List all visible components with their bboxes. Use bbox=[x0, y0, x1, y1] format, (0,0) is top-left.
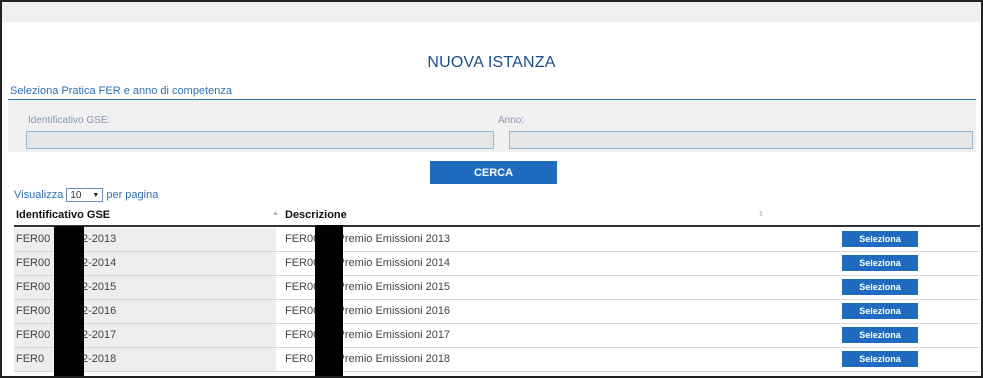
id-suffix: 2-2017 bbox=[82, 329, 117, 341]
select-button[interactable]: Seleziona bbox=[842, 231, 918, 247]
table-row: FER00 2-2017 FER00 -2 - Premio Emissioni… bbox=[14, 324, 980, 348]
search-form: Identificativo GSE: Anno: bbox=[8, 100, 976, 152]
id-prefix: FER00 bbox=[16, 305, 51, 317]
redaction-bar-desc bbox=[315, 225, 343, 376]
id-suffix: 2-2013 bbox=[82, 233, 117, 245]
table-row: FER00 2-2013 FER00 -2 - Premio Emissioni… bbox=[14, 228, 980, 252]
page-size-prefix: Visualizza bbox=[14, 189, 64, 201]
sort-asc-icon[interactable]: ▲ bbox=[272, 210, 279, 217]
id-gse-input[interactable] bbox=[26, 131, 494, 149]
id-suffix: 2-2016 bbox=[82, 305, 117, 317]
anno-input[interactable] bbox=[509, 131, 973, 149]
dropdown-caret-icon: ▼ bbox=[92, 191, 100, 199]
page-title: NUOVA ISTANZA bbox=[427, 54, 556, 71]
id-prefix: FER00 bbox=[16, 233, 51, 245]
select-button[interactable]: Seleziona bbox=[842, 327, 918, 343]
page-size-value: 10 bbox=[70, 189, 82, 201]
table-row: FER00 2-2015 FER00 -2 - Premio Emissioni… bbox=[14, 276, 980, 300]
top-bar bbox=[2, 2, 981, 22]
section-header: Seleziona Pratica FER e anno di competen… bbox=[8, 82, 976, 101]
id-suffix: 2-2018 bbox=[82, 353, 117, 365]
id-prefix: FER00 bbox=[16, 257, 51, 269]
redaction-bar-id bbox=[54, 226, 84, 376]
page-size-suffix: per pagina bbox=[106, 189, 159, 201]
section-title: Seleziona Pratica FER e anno di competen… bbox=[10, 85, 232, 97]
search-button[interactable]: CERCA bbox=[430, 161, 557, 184]
column-header-id[interactable]: Identificativo GSE bbox=[16, 209, 110, 221]
column-header-desc[interactable]: Descrizione bbox=[285, 209, 347, 221]
table-row: FER0 2-2018 FER0 -2 - Premio Emissioni 2… bbox=[14, 348, 980, 372]
id-gse-label: Identificativo GSE: bbox=[28, 115, 111, 126]
id-suffix: 2-2015 bbox=[82, 281, 117, 293]
desc-prefix: FER0 bbox=[285, 353, 314, 365]
id-prefix: FER0 bbox=[16, 353, 45, 365]
table-row: FER00 2-2016 FER00 -2 - Premio Emissioni… bbox=[14, 300, 980, 324]
page-size-control: Visualizza 10 ▼ per pagina bbox=[14, 188, 158, 202]
table-header: Identificativo GSE ▲ Descrizione ⇕ bbox=[14, 205, 980, 227]
id-prefix: FER00 bbox=[16, 329, 51, 341]
select-button[interactable]: Seleziona bbox=[842, 303, 918, 319]
anno-label: Anno: bbox=[498, 115, 525, 126]
table-row: FER00 2-2014 FER00 -2 - Premio Emissioni… bbox=[14, 252, 980, 276]
select-button[interactable]: Seleziona bbox=[842, 351, 918, 367]
select-button[interactable]: Seleziona bbox=[842, 279, 918, 295]
sort-both-icon[interactable]: ⇕ bbox=[758, 210, 764, 218]
select-button[interactable]: Seleziona bbox=[842, 255, 918, 271]
id-prefix: FER00 bbox=[16, 281, 51, 293]
app-frame: NUOVA ISTANZA Seleziona Pratica FER e an… bbox=[0, 0, 983, 378]
id-suffix: 2-2014 bbox=[82, 257, 117, 269]
page-size-select[interactable]: 10 ▼ bbox=[66, 188, 104, 202]
